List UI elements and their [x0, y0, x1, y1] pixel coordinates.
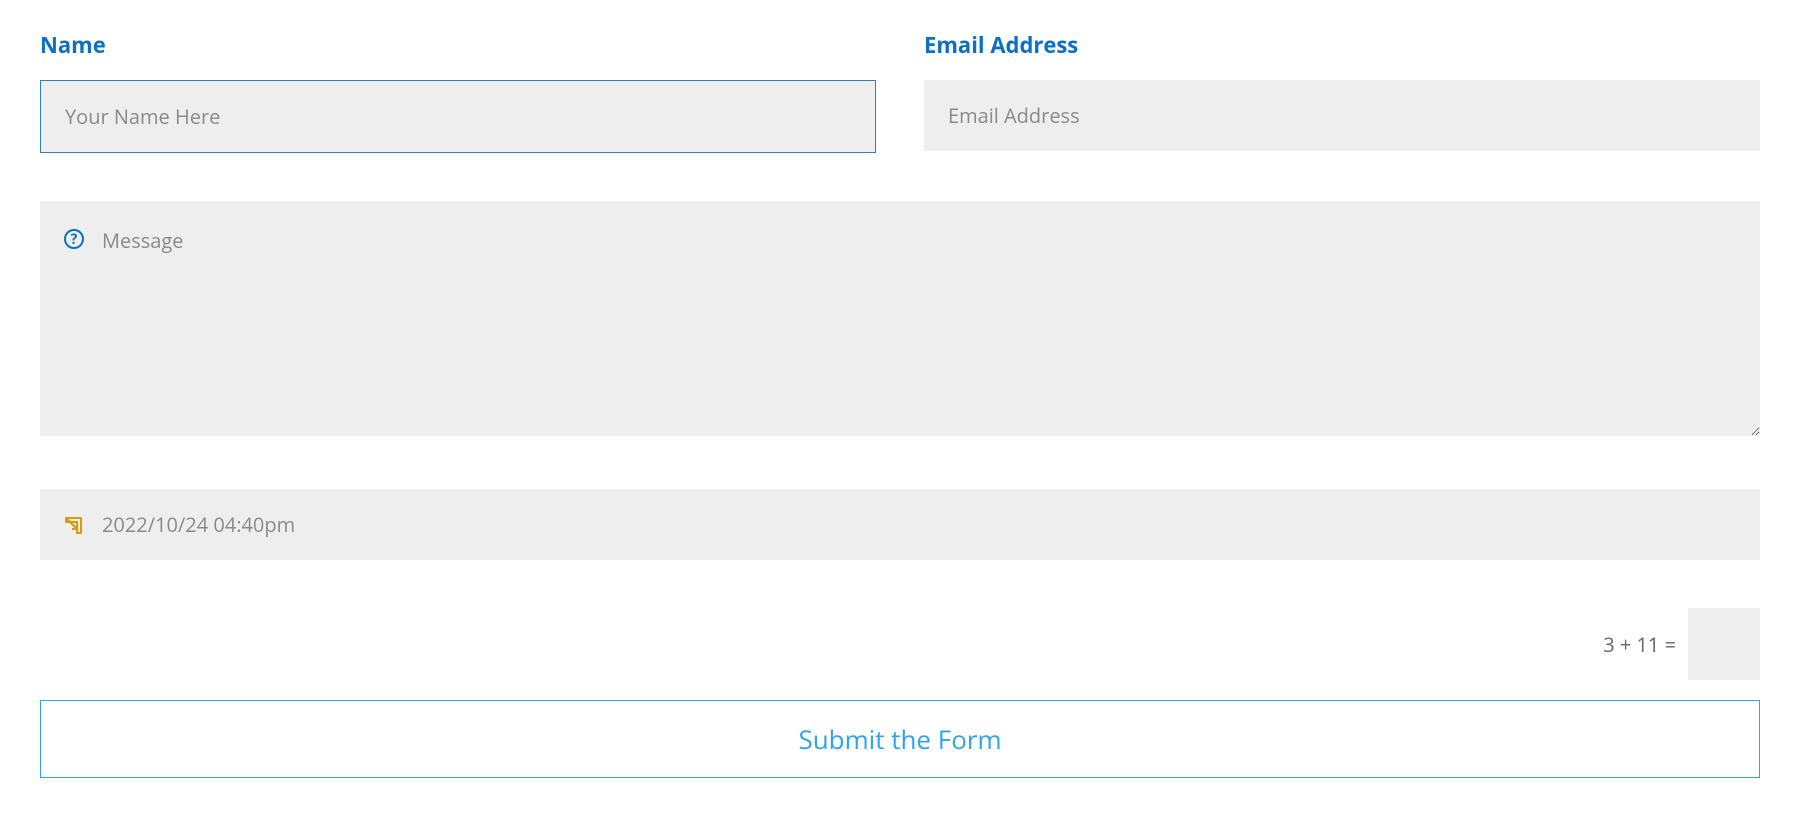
- submit-button[interactable]: Submit the Form: [40, 700, 1760, 778]
- contact-form: Name Email Address ? 3 + 11 =: [40, 30, 1760, 778]
- message-textarea[interactable]: [40, 201, 1760, 436]
- captcha-question: 3 + 11 =: [1603, 631, 1676, 658]
- name-label: Name: [40, 30, 876, 60]
- message-row: ?: [40, 201, 1760, 441]
- captcha-input[interactable]: [1688, 608, 1760, 680]
- email-input[interactable]: [924, 80, 1760, 151]
- name-input[interactable]: [40, 80, 876, 153]
- email-label: Email Address: [924, 30, 1760, 60]
- email-col: Email Address: [924, 30, 1760, 153]
- name-col: Name: [40, 30, 876, 153]
- datetime-input[interactable]: [40, 489, 1760, 560]
- captcha-row: 3 + 11 =: [40, 608, 1760, 680]
- message-wrap: ?: [40, 201, 1760, 441]
- datetime-row: [40, 489, 1760, 560]
- datetime-wrap: [40, 489, 1760, 560]
- name-email-row: Name Email Address: [40, 30, 1760, 153]
